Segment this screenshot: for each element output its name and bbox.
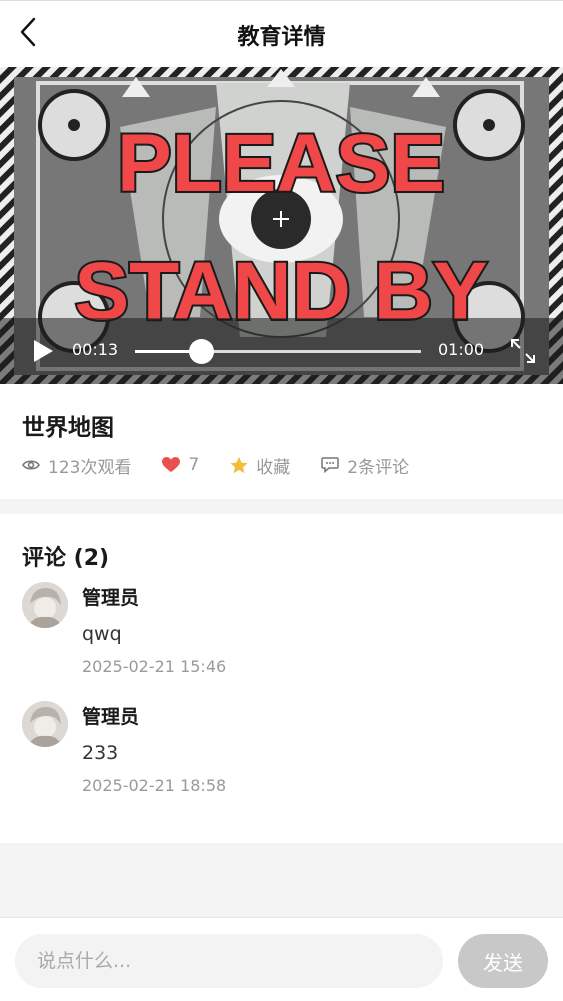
favorite-button[interactable]: 收藏 [230, 453, 290, 478]
comments-count: 2条评论 [347, 457, 410, 478]
send-button[interactable]: 发送 [458, 934, 548, 988]
progress-bar[interactable] [135, 339, 421, 364]
comments-section: 评论 (2) 管理员 qwq 2025-02-21 15:46 管理员 233 … [0, 514, 563, 843]
avatar [22, 582, 68, 628]
comment-icon [321, 457, 340, 473]
comment-item: 管理员 qwq 2025-02-21 15:46 [22, 582, 542, 682]
comment-author: 管理员 [82, 587, 140, 609]
video-stats: 123次观看 7 收藏 2条评论 [22, 453, 440, 478]
comment-input[interactable] [15, 934, 443, 988]
views-stat: 123次观看 [22, 453, 131, 478]
views-count: 123次观看 [48, 457, 132, 478]
favorite-label: 收藏 [256, 457, 291, 478]
star-icon [230, 456, 248, 473]
fullscreen-button[interactable] [509, 337, 537, 365]
likes-count: 7 [188, 455, 200, 475]
avatar [22, 701, 68, 747]
video-controls: 00:13 01:00 [0, 318, 563, 384]
poster-text-line-1: PLEASE [117, 118, 445, 209]
current-time: 00:13 [72, 340, 119, 359]
eye-icon [22, 460, 40, 470]
top-bar: 教育详情 [0, 0, 563, 67]
video-player[interactable]: PLEASE STAND BY 00:13 01:00 [0, 67, 563, 384]
page-title: 教育详情 [237, 25, 326, 50]
progress-thumb[interactable] [188, 339, 214, 364]
comments-stat[interactable]: 2条评论 [321, 453, 409, 478]
like-button[interactable]: 7 [162, 455, 199, 475]
comment-author: 管理员 [82, 706, 140, 728]
play-button[interactable] [32, 339, 54, 363]
comment-time: 2025-02-21 15:46 [82, 657, 227, 676]
heart-icon [162, 457, 181, 472]
play-icon [34, 340, 53, 362]
total-time: 01:00 [438, 340, 485, 359]
comment-text: 233 [82, 742, 119, 764]
comments-heading: 评论 (2) [22, 546, 110, 571]
comment-time: 2025-02-21 18:58 [82, 776, 227, 795]
comment-text: qwq [82, 623, 122, 645]
comment-item: 管理员 233 2025-02-21 18:58 [22, 701, 542, 801]
video-info: 世界地图 123次观看 7 收藏 2条评论 [0, 384, 563, 499]
fullscreen-icon [511, 339, 535, 363]
comment-bar: 发送 [0, 917, 563, 1001]
video-title: 世界地图 [22, 415, 114, 441]
